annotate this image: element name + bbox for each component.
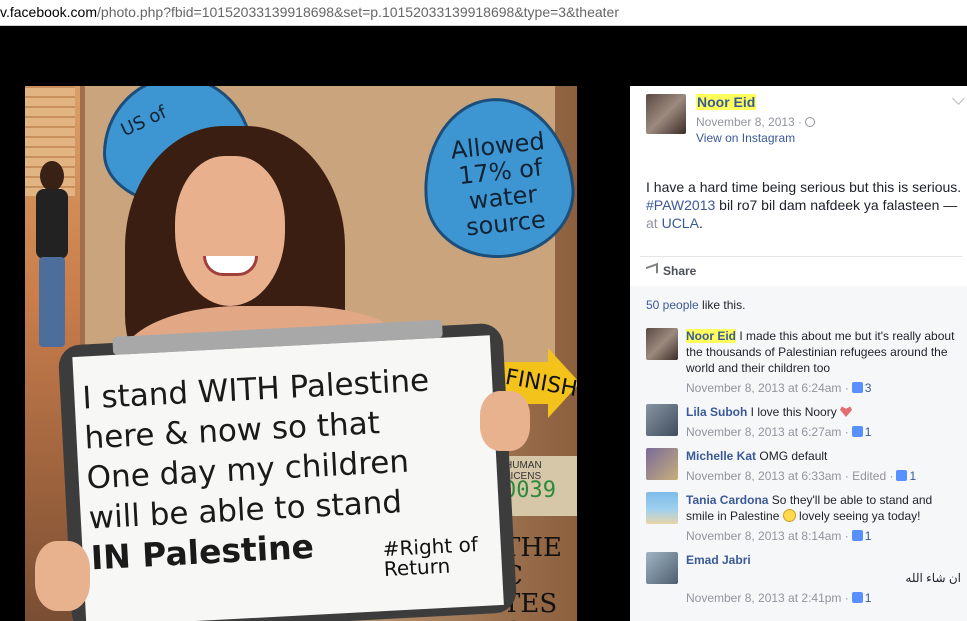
like-icon[interactable] [851, 382, 863, 393]
location-link[interactable]: UCLA [662, 215, 699, 231]
comment-like-count[interactable]: 3 [865, 381, 872, 395]
share-button[interactable]: Share [646, 262, 696, 278]
likes-summary: 50 people like this. [646, 298, 746, 312]
post-text: I have a hard time being serious but thi… [646, 179, 962, 231]
url-text[interactable]: v.facebook.com/photo.php?fbid=1015203313… [0, 4, 619, 20]
url-path: /photo.php?fbid=10152033139918698&set=p.… [97, 4, 620, 20]
share-icon [646, 262, 658, 278]
comment-like-count[interactable]: 1 [865, 529, 872, 543]
commenter-avatar[interactable] [646, 404, 678, 436]
comment-like-count[interactable]: 1 [865, 425, 872, 439]
person-face [175, 156, 285, 306]
comments-section: 50 people like this. Noor Eid I made thi… [630, 286, 967, 621]
comment-like-count[interactable]: 1 [865, 591, 872, 605]
comment-meta[interactable]: November 8, 2013 at 2:41pm · [686, 591, 849, 605]
like-icon[interactable] [851, 592, 863, 603]
comment-like-count[interactable]: 1 [909, 469, 916, 483]
chevron-down-icon[interactable] [952, 92, 965, 105]
commenter-name[interactable]: Noor Eid [686, 329, 736, 343]
commenter-name[interactable]: Tania Cardona [686, 493, 768, 507]
commenter-avatar[interactable] [646, 492, 678, 524]
commenter-name[interactable]: Michelle Kat [686, 449, 756, 463]
like-icon[interactable] [851, 530, 863, 541]
comment-meta[interactable]: November 8, 2013 at 6:24am · [686, 381, 849, 395]
comment-meta[interactable]: November 8, 2013 at 8:14am · [686, 529, 849, 543]
comment-meta[interactable]: November 8, 2013 at 6:33am · Edited · [686, 469, 893, 483]
like-icon[interactable] [851, 426, 863, 437]
whiteboard: I stand WITH Palestine here & now so tha… [57, 319, 518, 621]
globe-icon[interactable] [805, 117, 816, 127]
drop-right-text: Allowed 17% of water source [449, 127, 547, 242]
hashtag-link[interactable]: #PAW2013 [646, 197, 715, 213]
heart-icon [840, 406, 853, 417]
commenter-name[interactable]: Emad Jabri [686, 553, 751, 567]
whiteboard-surface: I stand WITH Palestine here & now so tha… [72, 335, 504, 621]
commenter-name[interactable]: Lila Suboh [686, 405, 747, 419]
left-hand [35, 541, 90, 611]
post-author[interactable]: Noor Eid [696, 94, 757, 110]
likes-count-link[interactable]: 50 people [646, 298, 699, 312]
view-on-instagram-link[interactable]: View on Instagram [696, 131, 795, 145]
address-bar[interactable]: v.facebook.com/photo.php?fbid=1015203313… [0, 0, 967, 26]
smile-icon [782, 509, 796, 522]
commenter-avatar[interactable] [646, 552, 678, 584]
board-hashtag: #Right of Return [382, 532, 479, 582]
photo-sidebar: Noor Eid November 8, 2013 · View on Inst… [630, 86, 967, 621]
commenter-avatar[interactable] [646, 328, 678, 360]
comment-meta[interactable]: November 8, 2013 at 6:27am · [686, 425, 849, 439]
comment-text: OMG default [756, 449, 828, 463]
photo[interactable]: US of Allowed 17% of water source FINISH… [25, 86, 577, 621]
right-hand [480, 391, 530, 451]
like-icon[interactable] [896, 470, 908, 481]
author-avatar[interactable] [646, 94, 686, 134]
commenter-avatar[interactable] [646, 448, 678, 480]
post-date[interactable]: November 8, 2013 · [696, 115, 802, 129]
comment-text: ان شاء الله [905, 571, 961, 585]
comment-text: I love this Noory [747, 405, 841, 419]
url-host: v.facebook.com [0, 4, 98, 20]
divider [640, 256, 962, 257]
post-meta: November 8, 2013 · [696, 115, 816, 129]
